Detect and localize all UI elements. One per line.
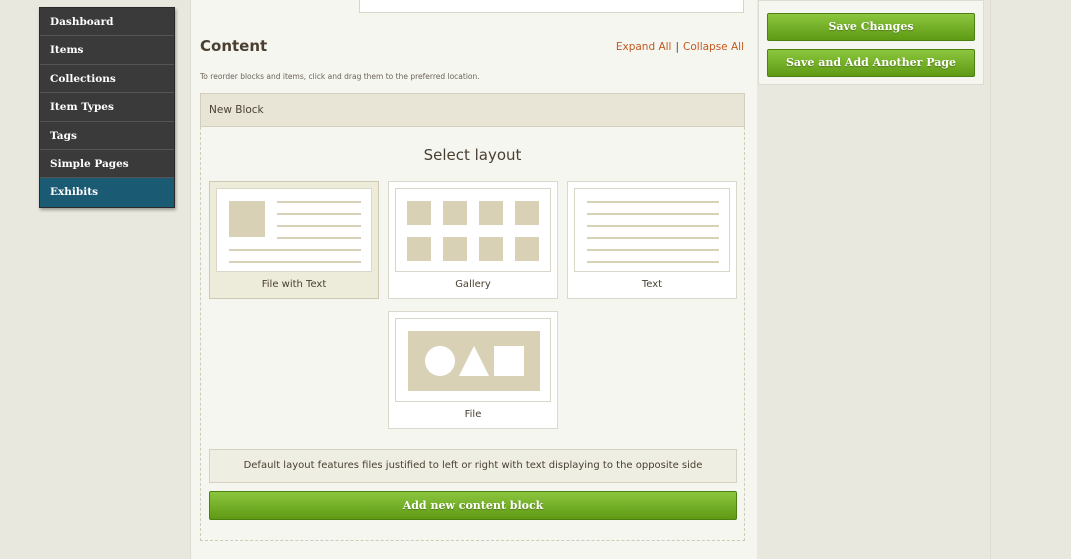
new-block-header[interactable]: New Block <box>200 93 745 127</box>
nav-item-items[interactable]: Items <box>40 36 174 65</box>
file-with-text-icon <box>216 188 372 272</box>
layout-label: Gallery <box>455 279 491 290</box>
gallery-icon <box>395 188 551 272</box>
right-column-edge <box>990 0 991 559</box>
file-icon <box>395 318 551 402</box>
layout-option-gallery[interactable]: Gallery <box>388 181 558 299</box>
layout-option-file-with-text[interactable]: File with Text <box>209 181 379 299</box>
nav-item-item-types[interactable]: Item Types <box>40 93 174 122</box>
layout-label: File <box>464 409 482 420</box>
previous-field-box[interactable] <box>359 0 744 13</box>
save-changes-button[interactable]: Save Changes <box>767 13 975 41</box>
content-section-title: Content <box>200 37 268 55</box>
nav-item-simple-pages[interactable]: Simple Pages <box>40 149 174 179</box>
collapse-all-link[interactable]: Collapse All <box>683 41 744 53</box>
save-and-add-page-button[interactable]: Save and Add Another Page <box>767 49 975 77</box>
new-block-body: Select layout File with Text Gallery Tex… <box>200 127 745 541</box>
layout-label: Text <box>641 279 663 290</box>
select-layout-heading: Select layout <box>423 146 522 164</box>
nav-item-tags[interactable]: Tags <box>40 121 174 150</box>
link-separator: | <box>675 41 680 53</box>
main-content-area: Content Expand All | Collapse All To reord… <box>190 0 757 559</box>
admin-sidebar-nav: Dashboard Items Collections Item Types T… <box>39 7 175 208</box>
reorder-hint-text: To reorder blocks and items, click and d… <box>200 72 480 81</box>
nav-item-dashboard[interactable]: Dashboard <box>40 8 174 37</box>
expand-all-link[interactable]: Expand All <box>616 41 672 53</box>
expand-collapse-links: Expand All | Collapse All <box>616 41 744 53</box>
nav-item-collections[interactable]: Collections <box>40 64 174 94</box>
nav-item-exhibits[interactable]: Exhibits <box>40 178 174 207</box>
layout-description: Default layout features files justified … <box>209 449 737 483</box>
layout-option-text[interactable]: Text <box>567 181 737 299</box>
layout-label: File with Text <box>261 279 327 290</box>
save-panel: Save Changes Save and Add Another Page <box>758 0 984 85</box>
add-content-block-button[interactable]: Add new content block <box>209 491 737 520</box>
text-icon <box>574 188 730 272</box>
layout-option-file[interactable]: File <box>388 311 558 429</box>
